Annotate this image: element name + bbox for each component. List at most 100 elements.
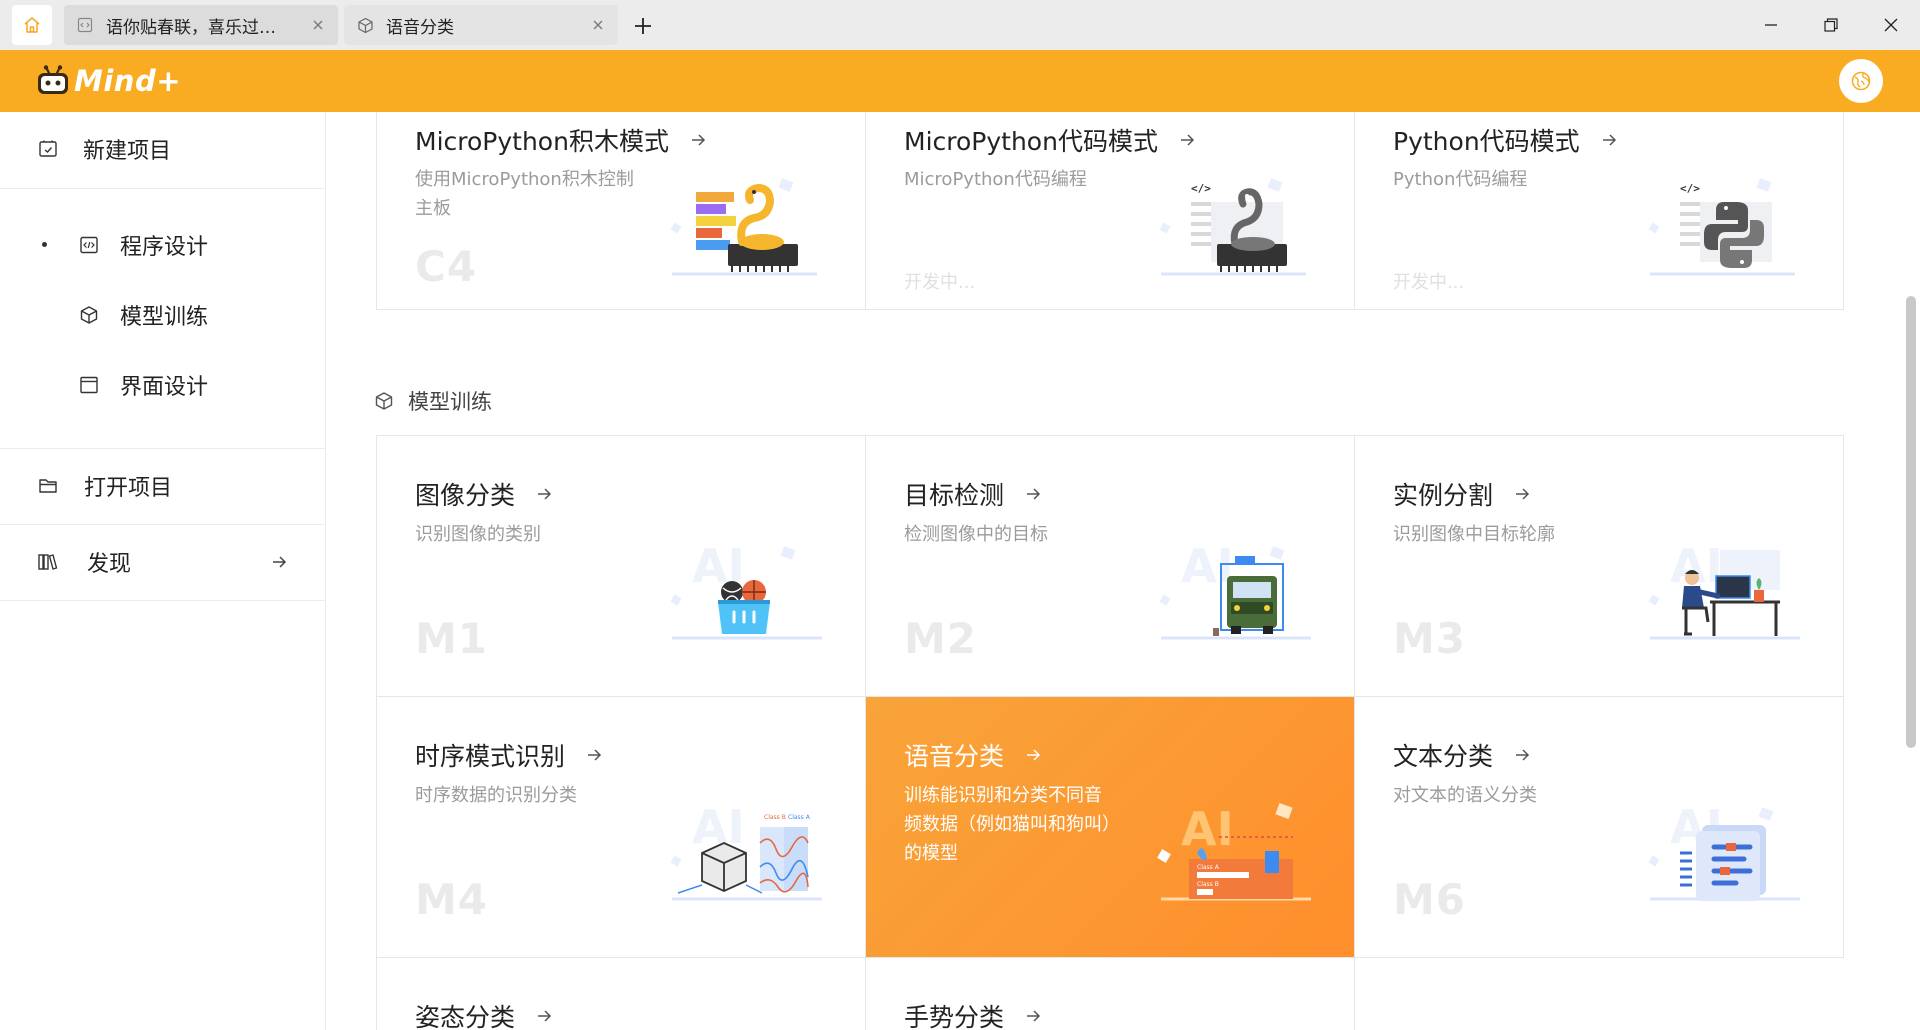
card-description: 识别图像中目标轮廓 bbox=[1393, 524, 1555, 545]
card-title: 实例分割 bbox=[1393, 476, 1531, 512]
class-label: Class B bbox=[1197, 881, 1219, 888]
card-object-detection[interactable]: 目标检测 检测图像中的目标 M2 AI bbox=[866, 436, 1355, 697]
arrow-right-icon bbox=[270, 552, 288, 577]
card-code: M1 bbox=[415, 614, 489, 663]
card-time-series-recognition[interactable]: 时序模式识别 时序数据的识别分类 M4 AI Class B Class A bbox=[377, 697, 866, 958]
card-gesture-classification[interactable]: 手势分类 bbox=[866, 958, 1355, 1030]
language-button[interactable] bbox=[1839, 59, 1883, 103]
card-micropython-code[interactable]: MicroPython代码模式 MicroPython代码编程 开发中... <… bbox=[866, 112, 1355, 310]
card-python-code[interactable]: Python代码模式 Python代码编程 开发中... </> bbox=[1355, 112, 1844, 310]
sidebar-item-open-project[interactable]: 打开项目 bbox=[0, 466, 325, 506]
cube-icon bbox=[356, 16, 374, 34]
card-description: Python代码编程 bbox=[1393, 169, 1528, 190]
sidebar-item-programming[interactable]: 程序设计 bbox=[0, 225, 325, 265]
instance-segmentation-desk-illustration: AI bbox=[1640, 536, 1810, 646]
model-card-grid: 图像分类 识别图像的类别 M1 AI 目标检测 检测图像中的目标 M2 AI 实… bbox=[376, 435, 1844, 1030]
image-classification-illustration: AI bbox=[662, 536, 832, 646]
books-icon bbox=[37, 551, 59, 573]
card-description: 检测图像中的目标 bbox=[904, 524, 1048, 545]
micropython-code-chip-illustration: </> bbox=[1151, 172, 1321, 282]
minimize-button[interactable] bbox=[1741, 0, 1801, 50]
class-label: Class A bbox=[788, 814, 811, 821]
card-title: MicroPython积木模式 bbox=[415, 122, 707, 158]
micropython-snake-chip-illustration bbox=[662, 172, 832, 282]
sidebar-item-ui-design[interactable]: 界面设计 bbox=[0, 365, 325, 405]
card-title: 目标检测 bbox=[904, 476, 1042, 512]
cube-icon bbox=[78, 304, 100, 326]
card-description: 时序数据的识别分类 bbox=[415, 785, 577, 806]
arrow-right-icon bbox=[1600, 131, 1618, 149]
divider bbox=[0, 524, 325, 525]
card-text-classification[interactable]: 文本分类 对文本的语义分类 M6 AI bbox=[1355, 697, 1844, 958]
code-file-icon bbox=[76, 16, 94, 34]
card-description: 对文本的语义分类 bbox=[1393, 785, 1537, 806]
tab-label: 语你贴春联，喜乐过… bbox=[106, 17, 276, 38]
section-title-model-training: 模型训练 bbox=[374, 386, 492, 416]
card-instance-segmentation[interactable]: 实例分割 识别图像中目标轮廓 M3 AI bbox=[1355, 436, 1844, 697]
text-classification-illustration: AI bbox=[1640, 797, 1810, 907]
card-title: 手势分类 bbox=[904, 998, 1042, 1030]
python-logo-illustration: </> bbox=[1640, 172, 1810, 282]
card-title: 语音分类 bbox=[904, 737, 1042, 773]
arrow-right-icon bbox=[689, 131, 707, 149]
card-image-classification[interactable]: 图像分类 识别图像的类别 M1 AI bbox=[377, 436, 866, 697]
close-window-button[interactable] bbox=[1861, 0, 1920, 50]
ai-watermark: AI bbox=[1181, 802, 1234, 856]
voice-classification-illustration: AI Class A Class B bbox=[1151, 797, 1321, 907]
card-pose-classification[interactable]: 姿态分类 bbox=[377, 958, 866, 1030]
sidebar-item-label: 模型训练 bbox=[120, 305, 209, 330]
minimize-icon bbox=[1765, 24, 1777, 26]
sidebar-item-model-training[interactable]: 模型训练 bbox=[0, 295, 325, 335]
tab-project[interactable]: 语你贴春联，喜乐过… bbox=[64, 5, 338, 45]
plus-icon bbox=[635, 18, 651, 34]
logo-text: Mind+ bbox=[74, 64, 182, 98]
object-detection-truck-illustration: AI bbox=[1151, 536, 1321, 646]
card-description: 识别图像的类别 bbox=[415, 524, 541, 545]
card-code: M6 bbox=[1393, 875, 1467, 924]
card-title: 姿态分类 bbox=[415, 998, 553, 1030]
card-description: 使用MicroPython积木控制主板 bbox=[415, 169, 634, 219]
tab-voice-classification[interactable]: 语音分类 bbox=[344, 5, 618, 45]
card-description: MicroPython代码编程 bbox=[904, 169, 1087, 190]
restore-button[interactable] bbox=[1801, 0, 1861, 50]
sidebar-item-label: 界面设计 bbox=[120, 375, 209, 400]
card-title: 图像分类 bbox=[415, 476, 553, 512]
scrollbar-thumb[interactable] bbox=[1906, 296, 1916, 748]
card-code: M2 bbox=[904, 614, 978, 663]
close-icon bbox=[1884, 18, 1898, 32]
arrow-right-icon bbox=[1024, 746, 1042, 764]
ai-watermark: AI bbox=[1670, 539, 1723, 593]
divider bbox=[0, 448, 325, 449]
home-tab[interactable] bbox=[12, 5, 52, 45]
arrow-right-icon bbox=[1024, 1007, 1042, 1025]
arrow-right-icon bbox=[1513, 485, 1531, 503]
arrow-right-icon bbox=[585, 746, 603, 764]
close-tab-icon[interactable] bbox=[310, 17, 326, 33]
card-status: 开发中... bbox=[904, 272, 976, 293]
arrow-right-icon bbox=[1178, 131, 1196, 149]
arrow-right-icon bbox=[1513, 746, 1531, 764]
sidebar-item-label: 新建项目 bbox=[83, 139, 172, 164]
new-tab-button[interactable] bbox=[627, 10, 659, 42]
main-content: MicroPython积木模式 使用MicroPython积木控制主板 C4 M… bbox=[326, 112, 1920, 1030]
home-icon bbox=[24, 17, 40, 33]
sidebar-item-discover[interactable]: 发现 bbox=[0, 542, 325, 582]
code-tag: </> bbox=[1191, 182, 1211, 195]
sidebar-item-label: 程序设计 bbox=[120, 235, 209, 260]
card-voice-classification[interactable]: 语音分类 训练能识别和分类不同音频数据（例如猫叫和狗叫）的模型 AI Class… bbox=[866, 697, 1355, 958]
ai-watermark: AI bbox=[1181, 539, 1234, 593]
globe-icon bbox=[1851, 71, 1871, 91]
class-label: Class A bbox=[1197, 864, 1220, 871]
app-header: Mind+ bbox=[0, 50, 1920, 112]
divider bbox=[0, 600, 325, 601]
mindplus-logo[interactable]: Mind+ bbox=[36, 60, 181, 102]
folder-icon bbox=[37, 475, 59, 497]
card-micropython-blocks[interactable]: MicroPython积木模式 使用MicroPython积木控制主板 C4 bbox=[377, 112, 866, 310]
card-code: M3 bbox=[1393, 614, 1467, 663]
card-code: M4 bbox=[415, 875, 489, 924]
programming-card-grid: MicroPython积木模式 使用MicroPython积木控制主板 C4 M… bbox=[376, 112, 1844, 310]
close-tab-icon[interactable] bbox=[590, 17, 606, 33]
sidebar-item-new-project[interactable]: 新建项目 bbox=[0, 129, 325, 169]
window-icon bbox=[78, 374, 100, 396]
card-title: 文本分类 bbox=[1393, 737, 1531, 773]
